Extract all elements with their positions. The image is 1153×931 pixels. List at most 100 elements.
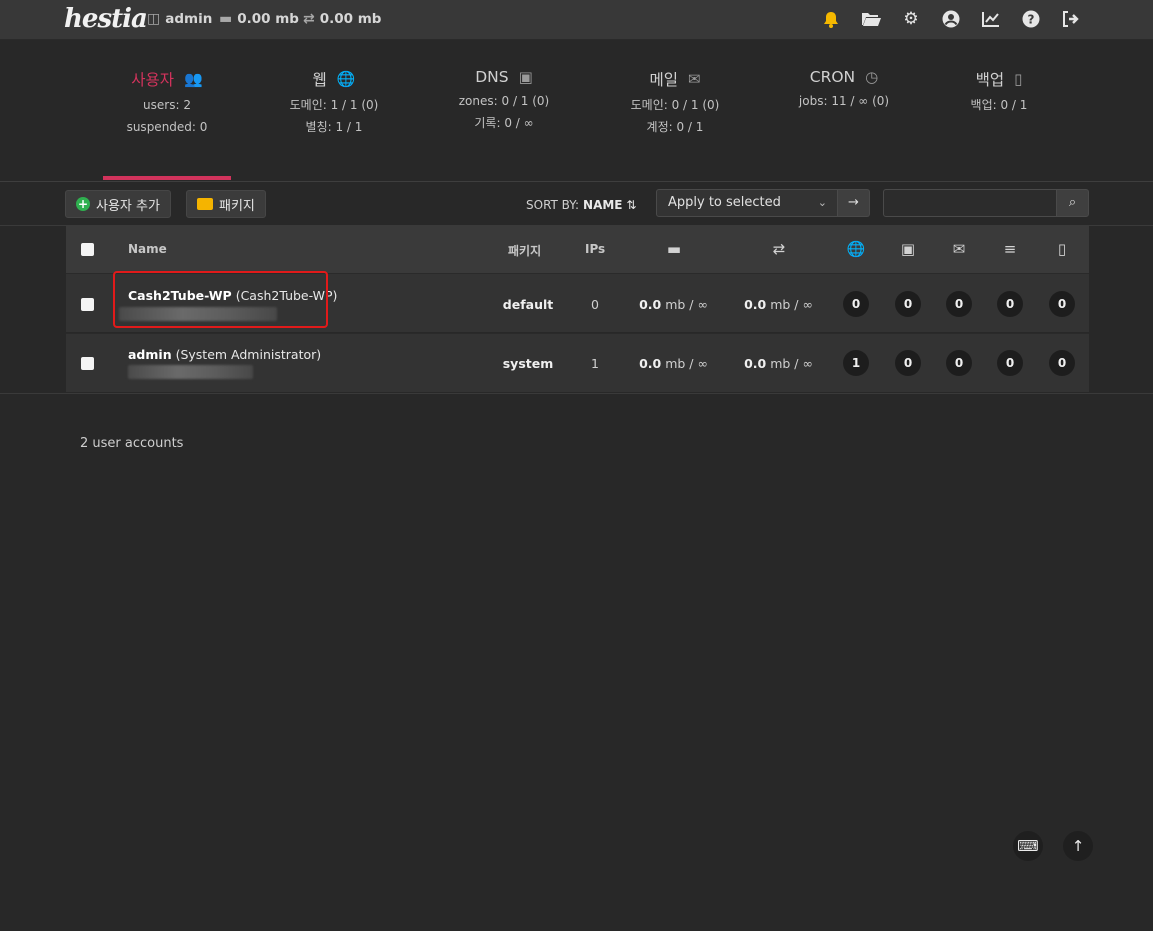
disk-unit: mb / ∞: [665, 297, 708, 312]
arrow-right-icon: →: [848, 195, 859, 210]
disk-cell: 0.0 mb / ∞: [631, 356, 716, 371]
tab-mail[interactable]: 메일 ✉ 도메인: 0 / 1 (0) 계정: 0 / 1: [590, 68, 760, 134]
select-all-checkbox[interactable]: [81, 243, 94, 256]
disk-usage-value: 0.00 mb: [237, 11, 299, 27]
logout-icon[interactable]: [1061, 8, 1081, 30]
bell-icon[interactable]: [821, 8, 841, 30]
current-user: ◫ admin: [147, 11, 212, 27]
chart-icon[interactable]: [981, 8, 1001, 30]
tab-users[interactable]: 사용자 👥 users: 2 suspended: 0: [82, 68, 252, 134]
tab-mail-line2: 계정: 0 / 1: [646, 120, 704, 134]
disk-unit: mb / ∞: [665, 356, 708, 371]
row-checkbox[interactable]: [81, 298, 94, 311]
binoculars-icon: ◫: [147, 11, 161, 27]
file-zip-icon: ▯: [1057, 240, 1067, 258]
tab-mail-label: 메일: [649, 71, 678, 89]
tab-users-line1: users: 2: [143, 98, 191, 112]
search-input[interactable]: [883, 189, 1057, 217]
package-cell: default: [491, 297, 565, 312]
row-checkbox[interactable]: [81, 357, 94, 370]
users-icon: 👥: [184, 70, 203, 88]
bandwidth-usage: ⇄ 0.00 mb: [303, 11, 381, 27]
toolbar: + 사용자 추가 패키지 SORT BY: NAME ⇅ Apply to sel…: [0, 182, 1153, 226]
bandwidth-cell: 0.0 mb / ∞: [736, 356, 821, 371]
web-count-badge: 1: [843, 350, 869, 376]
dns-count-badge: 0: [895, 291, 921, 317]
header-name[interactable]: Name: [128, 242, 167, 256]
tab-web[interactable]: 웹 🌐 도메인: 1 / 1 (0) 별칭: 1 / 1: [249, 68, 419, 134]
tab-cron-label: CRON: [809, 68, 856, 86]
bandwidth-unit: mb / ∞: [770, 297, 813, 312]
tab-backup[interactable]: 백업 ▯ 백업: 0 / 1: [914, 68, 1084, 112]
scroll-top-button[interactable]: ↑: [1063, 831, 1093, 861]
current-user-name: admin: [165, 11, 213, 27]
ips-cell: 0: [591, 297, 599, 312]
highlight-box: [113, 271, 328, 328]
tab-backup-label: 백업: [975, 71, 1005, 89]
user-count: 2 user accounts: [80, 436, 184, 451]
user-circle-icon[interactable]: [941, 8, 961, 30]
sort-by[interactable]: SORT BY: NAME ⇅: [526, 198, 636, 212]
package-icon: [197, 198, 213, 210]
disk-usage: ▬ 0.00 mb: [219, 11, 299, 27]
chevron-down-icon: ⌄: [817, 196, 827, 209]
keyboard-shortcuts-button[interactable]: ⌨: [1013, 831, 1043, 861]
clock-icon: ◷: [865, 68, 879, 86]
svg-text:?: ?: [1028, 13, 1035, 27]
sort-by-label: SORT BY:: [526, 198, 580, 212]
apply-action-button[interactable]: →: [838, 189, 870, 217]
help-icon[interactable]: ?: [1021, 8, 1041, 30]
table-divider: [0, 393, 1153, 394]
disk-icon: ▬: [219, 11, 233, 27]
plus-circle-icon: +: [76, 197, 90, 211]
backup-count-badge: 0: [1049, 291, 1075, 317]
bandwidth-value: 0.0: [744, 297, 767, 312]
folder-icon[interactable]: [861, 8, 881, 30]
disk-value: 0.0: [639, 297, 662, 312]
dns-count-badge: 0: [895, 350, 921, 376]
search-icon: ⌕: [1068, 195, 1077, 210]
table-row[interactable]: admin (System Administrator) system 1 0.…: [66, 333, 1089, 392]
tab-cron[interactable]: CRON ◷ jobs: 11 / ∞ (0): [759, 68, 929, 108]
tab-dns[interactable]: DNS ▣ zones: 0 / 1 (0) 기록: 0 / ∞: [419, 68, 589, 130]
user-fullname: (System Administrator): [175, 347, 322, 362]
sort-by-value: NAME: [583, 198, 623, 212]
tab-web-line1: 도메인: 1 / 1 (0): [289, 98, 379, 112]
bandwidth-cell: 0.0 mb / ∞: [736, 297, 821, 312]
sort-order-icon: ⇅: [626, 198, 637, 212]
db-count-badge: 0: [997, 350, 1023, 376]
mail-bulk-icon: ✉: [952, 240, 966, 258]
bulk-action-select[interactable]: Apply to selected ⌄: [656, 189, 838, 217]
header-package: 패키지: [508, 244, 542, 258]
gear-icon[interactable]: ⚙: [901, 8, 921, 30]
active-tab-indicator: [103, 176, 231, 180]
tab-web-label: 웹: [312, 71, 327, 89]
address-book-icon: ▣: [518, 68, 533, 86]
arrow-up-icon: ↑: [1071, 837, 1085, 855]
database-icon: ≡: [1003, 240, 1017, 258]
top-nav-icons: ⚙ ?: [821, 8, 1081, 30]
bandwidth-icon: ⇄: [772, 240, 786, 258]
bandwidth-unit: mb / ∞: [770, 356, 813, 371]
tab-dns-line2: 기록: 0 / ∞: [474, 116, 534, 130]
bandwidth-icon: ⇄: [303, 11, 315, 27]
package-name[interactable]: system: [503, 356, 554, 371]
tab-cron-line1: jobs: 11 / ∞ (0): [798, 94, 890, 108]
add-user-button[interactable]: + 사용자 추가: [65, 190, 171, 218]
backup-count-badge: 0: [1049, 350, 1075, 376]
tab-dns-line1: zones: 0 / 1 (0): [458, 94, 550, 108]
tab-users-label: 사용자: [131, 71, 175, 89]
packages-button[interactable]: 패키지: [186, 190, 266, 218]
redacted-email: [128, 365, 253, 379]
tab-users-line2: suspended: 0: [126, 120, 208, 134]
bandwidth-usage-value: 0.00 mb: [319, 11, 382, 27]
packages-label: 패키지: [219, 198, 255, 214]
search-button[interactable]: ⌕: [1056, 189, 1089, 217]
bulk-action-value: Apply to selected: [668, 195, 781, 210]
disk-cell: 0.0 mb / ∞: [631, 297, 716, 312]
db-count-badge: 0: [997, 291, 1023, 317]
package-name[interactable]: default: [503, 297, 553, 312]
hestia-logo[interactable]: hestia: [64, 4, 148, 34]
user-name[interactable]: admin (System Administrator): [128, 347, 321, 362]
disk-value: 0.0: [639, 356, 662, 371]
